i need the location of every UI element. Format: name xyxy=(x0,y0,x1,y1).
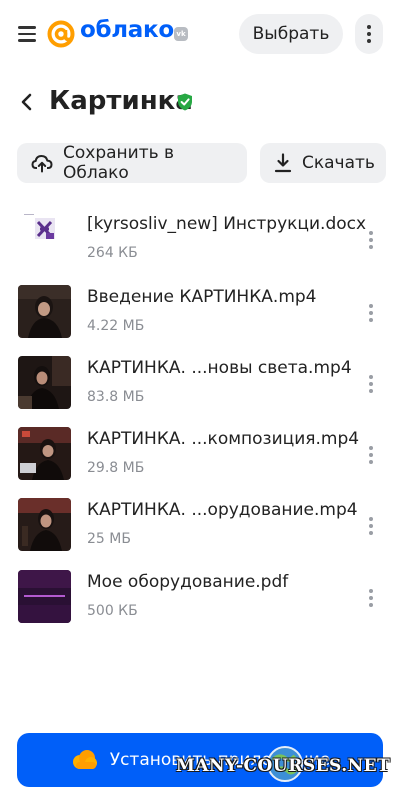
file-row[interactable]: Мое оборудование.pdf 500 КБ xyxy=(0,570,400,641)
file-more-button[interactable] xyxy=(364,372,378,396)
file-more-button[interactable] xyxy=(364,301,378,325)
watermark-text: MANY-COURSES.NET xyxy=(176,756,391,776)
pdf-thumbnail xyxy=(18,570,71,623)
chevron-left-icon[interactable] xyxy=(20,93,34,111)
page-title: Картинка xyxy=(49,86,193,116)
file-more-button[interactable] xyxy=(364,443,378,467)
video-thumbnail xyxy=(18,285,71,338)
save-to-cloud-button[interactable]: Сохранить в Облако xyxy=(17,143,247,183)
file-name: Мое оборудование.pdf xyxy=(87,572,289,592)
cloud-upload-icon xyxy=(31,155,53,173)
file-row[interactable]: Введение КАРТИНКА.mp4 4.22 МБ xyxy=(0,285,400,356)
file-name: [kyrsosliv_new] Инструкци.docx xyxy=(87,214,367,234)
download-label: Скачать xyxy=(302,153,375,173)
vertical-dots-icon xyxy=(369,231,373,235)
vertical-dots-icon xyxy=(369,589,373,593)
file-more-button[interactable] xyxy=(364,228,378,252)
file-size: 25 МБ xyxy=(87,531,131,547)
file-name: КАРТИНКА. ...новы света.mp4 xyxy=(87,358,352,378)
cloud-icon xyxy=(72,750,97,769)
file-row[interactable]: КАРТИНКА. ...композиция.mp4 29.8 МБ xyxy=(0,427,400,498)
video-thumbnail xyxy=(18,356,71,409)
vertical-dots-icon xyxy=(369,517,373,521)
file-name: КАРТИНКА. ...композиция.mp4 xyxy=(87,429,360,449)
file-more-button[interactable] xyxy=(364,514,378,538)
file-row[interactable]: КАРТИНКА. ...орудование.mp4 25 МБ xyxy=(0,498,400,569)
video-thumbnail xyxy=(18,427,71,480)
hamburger-icon[interactable] xyxy=(18,26,36,42)
file-size: 29.8 МБ xyxy=(87,460,145,476)
vertical-dots-icon xyxy=(369,304,373,308)
file-size: 500 КБ xyxy=(87,603,138,619)
video-thumbnail xyxy=(18,498,71,551)
more-options-button[interactable] xyxy=(355,14,383,54)
at-sign-logo-icon[interactable] xyxy=(47,20,75,48)
vertical-dots-icon xyxy=(369,446,373,450)
download-button[interactable]: Скачать xyxy=(260,143,386,183)
shield-check-icon xyxy=(178,93,192,111)
file-name: Введение КАРТИНКА.mp4 xyxy=(87,287,317,307)
vertical-dots-icon xyxy=(369,375,373,379)
file-size: 4.22 МБ xyxy=(87,318,145,334)
save-to-cloud-label: Сохранить в Облако xyxy=(63,143,175,183)
vk-badge: vk xyxy=(174,27,188,41)
file-more-button[interactable] xyxy=(364,586,378,610)
download-icon xyxy=(274,153,292,173)
logo-text[interactable]: облако xyxy=(80,17,174,43)
file-row[interactable]: [kyrsosliv_new] Инструкци.docx 264 КБ xyxy=(0,212,400,283)
file-size: 83.8 МБ xyxy=(87,389,145,405)
file-row[interactable]: КАРТИНКА. ...новы света.mp4 83.8 МБ xyxy=(0,356,400,427)
file-thumbnail xyxy=(18,212,71,265)
select-button[interactable]: Выбрать xyxy=(239,14,343,54)
file-size: 264 КБ xyxy=(87,245,138,261)
vertical-dots-icon xyxy=(367,25,371,29)
file-name: КАРТИНКА. ...орудование.mp4 xyxy=(87,500,358,520)
top-bar: облако vk Выбрать xyxy=(0,0,400,70)
